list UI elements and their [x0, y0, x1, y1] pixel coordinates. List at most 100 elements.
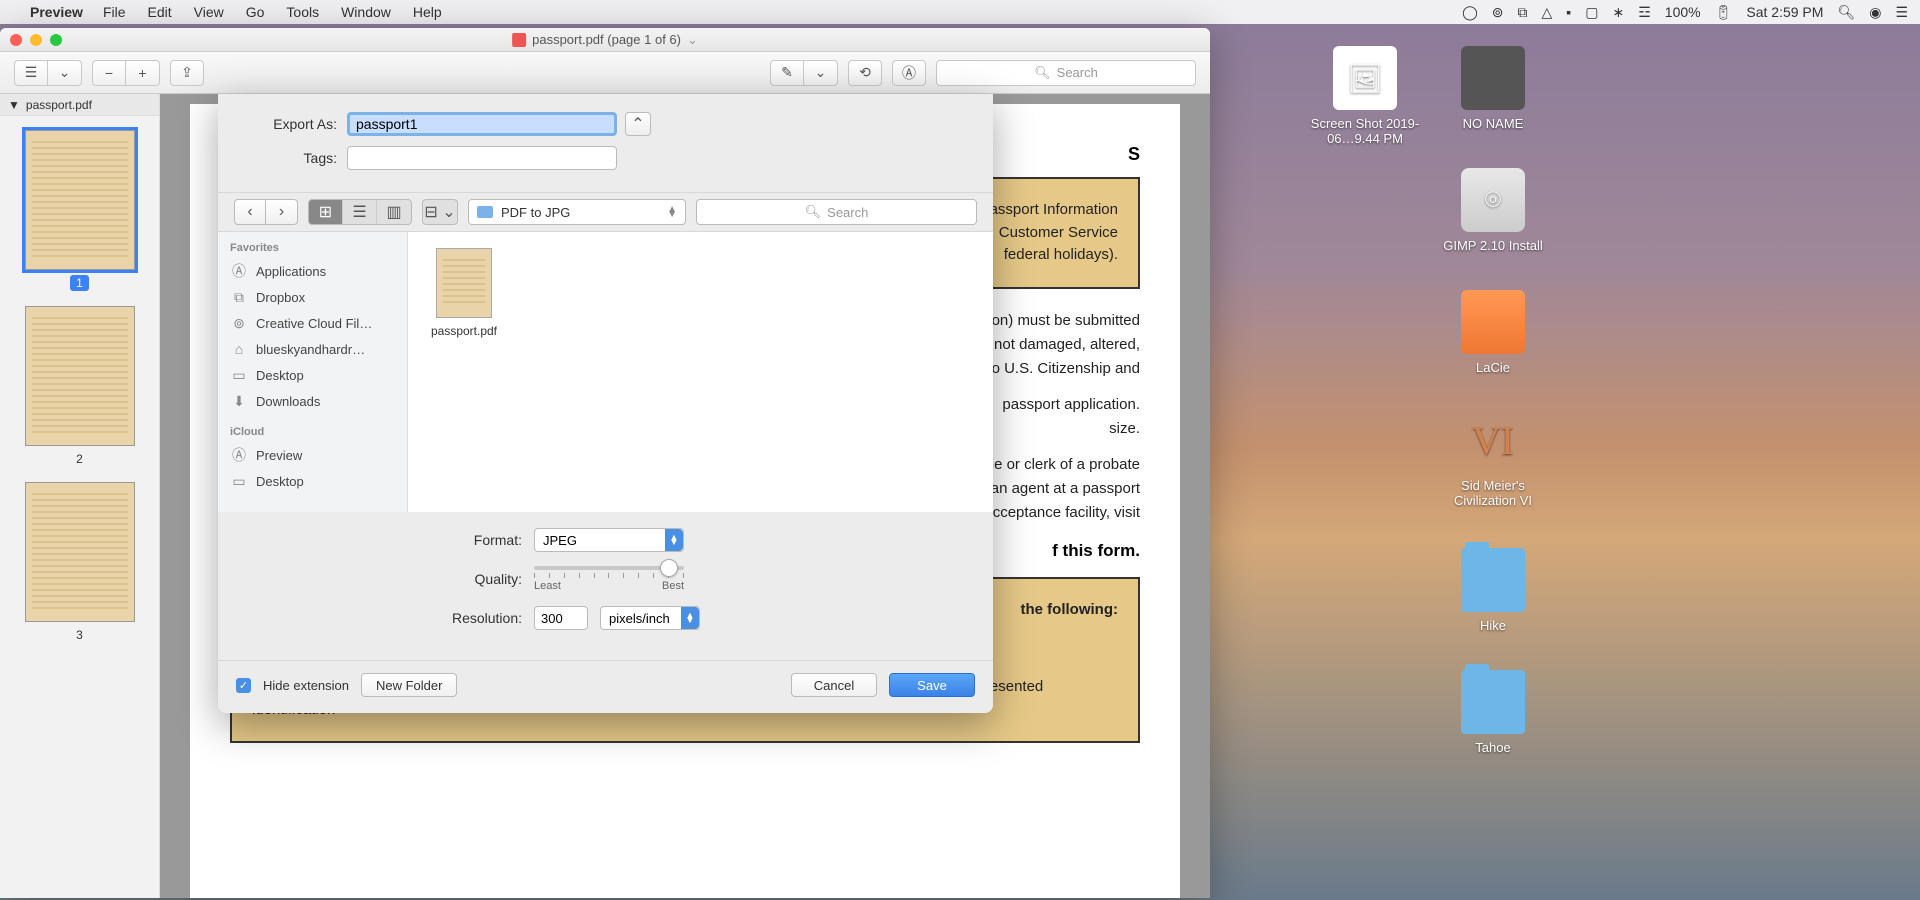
tags-input[interactable] [347, 146, 617, 170]
dropbox-icon: ⧉ [230, 288, 248, 306]
page-thumbnail-1[interactable]: 1 [25, 130, 135, 292]
sidebar-item-applications[interactable]: ⒶApplications [218, 258, 407, 284]
group-menu[interactable]: ⊟ ⌄ [423, 200, 457, 224]
back-button[interactable]: ‹ [234, 199, 266, 225]
collapse-button[interactable]: ⌃ [625, 112, 651, 136]
notification-center-icon[interactable]: ☰ [1895, 4, 1908, 21]
desktop-civ6[interactable]: VI Sid Meier's Civilization VI [1438, 408, 1548, 508]
location-label: PDF to JPG [501, 205, 570, 220]
zoom-out[interactable]: − [92, 60, 126, 86]
markup-button[interactable]: Ⓐ [892, 60, 926, 86]
page-thumbnail-3[interactable]: 3 [25, 482, 135, 644]
file-name: passport.pdf [424, 324, 504, 338]
page-thumbnail-2[interactable]: 2 [25, 306, 135, 468]
spotlight-icon[interactable]: 🔍︎ [1837, 4, 1855, 21]
file-tile[interactable]: passport.pdf [424, 248, 504, 338]
format-value: JPEG [543, 533, 577, 548]
desktop-label: NO NAME [1438, 116, 1548, 131]
chevron-up-icon: ⌃ [631, 114, 644, 134]
sidebar-item-icloud-preview[interactable]: ⒶPreview [218, 442, 407, 468]
menu-tools[interactable]: Tools [286, 4, 319, 20]
hide-extension-checkbox[interactable]: ✓ [236, 678, 251, 693]
highlight-menu[interactable]: ⌄ [804, 60, 838, 86]
cancel-button[interactable]: Cancel [791, 673, 877, 697]
share-button[interactable]: ⇪ [170, 60, 204, 86]
battery-icon[interactable]: 🔋︎ [1715, 4, 1733, 21]
file-thumbnail [436, 248, 492, 318]
menu-edit[interactable]: Edit [148, 4, 172, 20]
page-number: 3 [76, 628, 83, 642]
menu-window[interactable]: Window [341, 4, 391, 20]
updown-icon: ▲▼ [665, 529, 683, 551]
menu-view[interactable]: View [194, 4, 224, 20]
sidebar-item-dropbox[interactable]: ⧉Dropbox [218, 284, 407, 310]
sidebar-filename: passport.pdf [26, 98, 92, 112]
creative-cloud-icon[interactable]: ⊚ [1492, 4, 1504, 21]
desktop-screenshot[interactable]: 🖼 Screen Shot 2019-06…9.44 PM [1310, 46, 1420, 146]
quality-least-label: Least [534, 580, 561, 592]
view-icons[interactable]: ⊞ [309, 200, 343, 224]
export-sheet: Export As: ⌃ Tags: ‹ › ⊞ ☰ ▥ ⊟ [218, 94, 993, 713]
google-drive-icon[interactable]: △ [1542, 4, 1553, 21]
forward-button[interactable]: › [266, 199, 298, 225]
export-filename-input[interactable] [347, 112, 617, 136]
menu-file[interactable]: File [103, 4, 126, 20]
siri-icon[interactable]: ◉ [1869, 4, 1881, 21]
hide-extension-label[interactable]: Hide extension [263, 678, 349, 693]
sidebar-item-downloads[interactable]: ⬇Downloads [218, 388, 407, 414]
rotate-button[interactable]: ⟲ [848, 60, 882, 86]
menu-go[interactable]: Go [246, 4, 265, 20]
desktop-gimp-install[interactable]: ⌾ GIMP 2.10 Install [1438, 168, 1548, 253]
location-popup[interactable]: PDF to JPG ▲▼ [468, 199, 686, 225]
zoom-in[interactable]: + [126, 60, 160, 86]
sidebar-menu[interactable]: ⌄ [48, 60, 82, 86]
dropbox-icon[interactable]: ⧉ [1518, 4, 1528, 21]
window-close[interactable] [10, 34, 22, 46]
disclosure-triangle-icon[interactable]: ▼ [8, 98, 20, 112]
clock[interactable]: Sat 2:59 PM [1746, 4, 1823, 20]
window-title: passport.pdf (page 1 of 6) [532, 32, 681, 47]
airplay-icon[interactable]: ▢ [1585, 4, 1598, 21]
battery-percent[interactable]: 100% [1665, 4, 1701, 20]
window-zoom[interactable] [50, 34, 62, 46]
title-dropdown-icon[interactable]: ⌄ [687, 32, 698, 48]
sidebar-item-icloud-desktop[interactable]: ▭Desktop [218, 468, 407, 494]
app-menu[interactable]: Preview [30, 4, 83, 20]
desktop-label: Screen Shot 2019-06…9.44 PM [1310, 116, 1420, 146]
desktop-lacie[interactable]: LaCie [1438, 290, 1548, 375]
window-minimize[interactable] [30, 34, 42, 46]
wifi-icon[interactable]: ☲ [1638, 4, 1651, 21]
view-list[interactable]: ☰ [343, 200, 377, 224]
icloud-header: iCloud [218, 422, 407, 442]
bluetooth-icon[interactable]: ∗ [1613, 4, 1625, 21]
external-drive-icon [1461, 290, 1525, 354]
menu-help[interactable]: Help [413, 4, 442, 20]
status-icon-1[interactable]: ◯ [1462, 4, 1478, 21]
resolution-label: Resolution: [242, 610, 522, 626]
toolbar-search[interactable]: 🔍︎ Search [936, 60, 1196, 86]
desktop-volume-noname[interactable]: NO NAME [1438, 46, 1548, 131]
menubar: Preview File Edit View Go Tools Window H… [0, 0, 1920, 24]
sidebar-item-desktop[interactable]: ▭Desktop [218, 362, 407, 388]
view-columns[interactable]: ▥ [377, 200, 411, 224]
desktop-folder-hike[interactable]: Hike [1438, 548, 1548, 633]
file-grid[interactable]: passport.pdf [408, 232, 993, 512]
new-folder-button[interactable]: New Folder [361, 673, 457, 697]
file-browser-search[interactable]: 🔍︎ Search [696, 199, 977, 225]
format-select[interactable]: JPEG ▲▼ [534, 528, 684, 552]
sidebar-item-home[interactable]: ⌂blueskyandhardr… [218, 336, 407, 362]
sidebar-file-header[interactable]: ▼ passport.pdf [0, 94, 159, 116]
desktop-folder-tahoe[interactable]: Tahoe [1438, 670, 1548, 755]
app-icon: VI [1461, 408, 1525, 472]
search-icon: 🔍︎ [1034, 65, 1051, 81]
resolution-input[interactable] [534, 606, 588, 630]
slider-thumb[interactable] [660, 559, 678, 577]
save-button[interactable]: Save [889, 673, 975, 697]
quality-slider[interactable]: Least Best [534, 566, 684, 592]
sidebar-item-creative-cloud[interactable]: ⊚Creative Cloud Fil… [218, 310, 407, 336]
sidebar-toggle[interactable]: ☰ [14, 60, 48, 86]
sidebar-item-label: Creative Cloud Fil… [256, 316, 372, 331]
highlight-button[interactable]: ✎ [770, 60, 804, 86]
resolution-unit-select[interactable]: pixels/inch ▲▼ [600, 606, 700, 630]
status-icon-2[interactable]: ▪ [1566, 4, 1571, 20]
